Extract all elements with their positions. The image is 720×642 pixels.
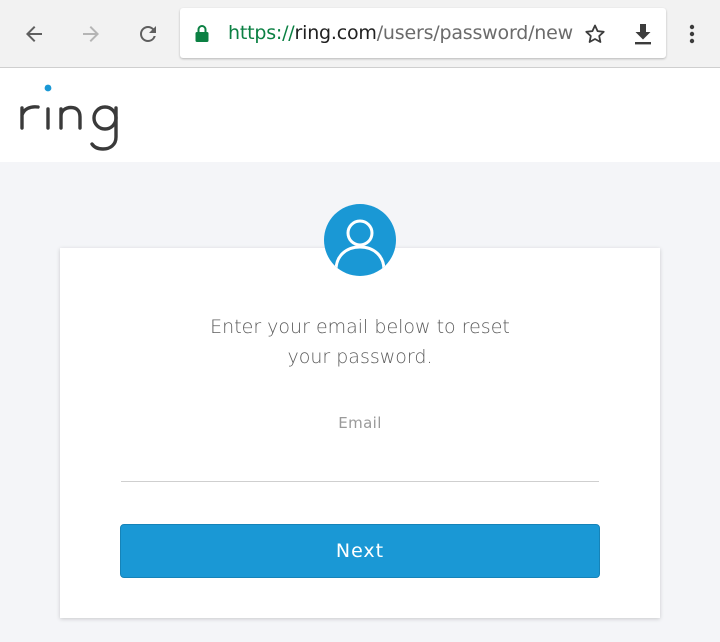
download-icon[interactable] [628,19,658,49]
star-icon[interactable] [580,19,610,49]
forward-arrow-icon[interactable] [71,14,111,54]
url-path: /users/password/new [376,22,573,44]
browser-toolbar: https://ring.com/users/password/new [0,0,720,68]
reset-password-card: Enter your email below to reset your pas… [60,248,660,618]
user-avatar-icon [324,204,396,276]
ring-logo[interactable] [16,82,128,158]
url-scheme: https:// [228,22,295,44]
reset-prompt: Enter your email below to reset your pas… [60,312,660,372]
more-vert-icon[interactable] [672,14,712,54]
url-text: https://ring.com/users/password/new [228,20,573,46]
email-label: Email [338,414,382,432]
site-header [0,68,720,162]
next-button[interactable]: Next [120,524,600,578]
reload-icon[interactable] [128,14,168,54]
prompt-line-1: Enter your email below to reset [210,316,510,338]
back-arrow-icon[interactable] [14,14,54,54]
email-field[interactable] [121,438,599,482]
lock-icon [195,24,209,46]
prompt-line-2: your password. [287,346,433,368]
address-bar[interactable]: https://ring.com/users/password/new [180,8,666,58]
url-host: ring.com [294,22,377,44]
